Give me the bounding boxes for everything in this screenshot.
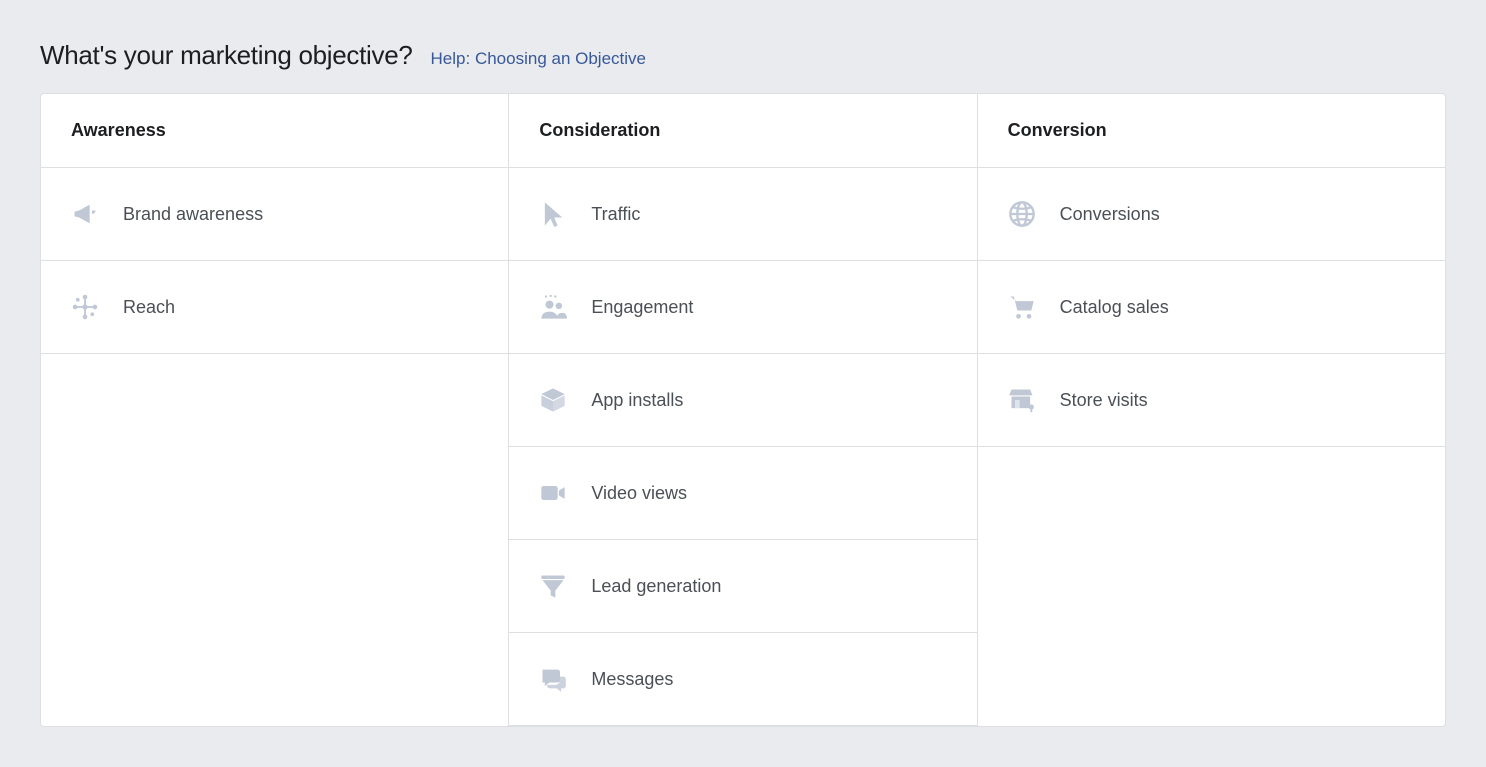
people-icon <box>539 293 567 321</box>
objective-columns: Awareness Brand awareness Reach Consider… <box>40 93 1446 727</box>
objective-traffic[interactable]: Traffic <box>509 168 976 261</box>
column-header-awareness: Awareness <box>41 94 508 168</box>
messages-icon <box>539 665 567 693</box>
objective-label: Brand awareness <box>123 204 263 225</box>
objective-label: Catalog sales <box>1060 297 1169 318</box>
objective-engagement[interactable]: Engagement <box>509 261 976 354</box>
objective-messages[interactable]: Messages <box>509 633 976 726</box>
column-header-consideration: Consideration <box>509 94 976 168</box>
column-consideration: Consideration Traffic Engagement App ins… <box>509 94 977 726</box>
store-icon <box>1008 386 1036 414</box>
column-header-conversion: Conversion <box>978 94 1445 168</box>
objective-label: Traffic <box>591 204 640 225</box>
objective-label: Reach <box>123 297 175 318</box>
objective-conversions[interactable]: Conversions <box>978 168 1445 261</box>
objective-label: Conversions <box>1060 204 1160 225</box>
objective-label: Video views <box>591 483 687 504</box>
megaphone-icon <box>71 200 99 228</box>
objective-lead-generation[interactable]: Lead generation <box>509 540 976 633</box>
video-icon <box>539 479 567 507</box>
objective-reach[interactable]: Reach <box>41 261 508 354</box>
objective-catalog-sales[interactable]: Catalog sales <box>978 261 1445 354</box>
objective-label: Store visits <box>1060 390 1148 411</box>
cart-icon <box>1008 293 1036 321</box>
reach-icon <box>71 293 99 321</box>
funnel-icon <box>539 572 567 600</box>
objective-label: App installs <box>591 390 683 411</box>
column-awareness: Awareness Brand awareness Reach <box>41 94 509 726</box>
objective-label: Lead generation <box>591 576 721 597</box>
page-title: What's your marketing objective? <box>40 40 413 71</box>
cursor-icon <box>539 200 567 228</box>
help-link[interactable]: Help: Choosing an Objective <box>431 49 646 69</box>
globe-icon <box>1008 200 1036 228</box>
objective-video-views[interactable]: Video views <box>509 447 976 540</box>
objective-app-installs[interactable]: App installs <box>509 354 976 447</box>
box-icon <box>539 386 567 414</box>
objective-store-visits[interactable]: Store visits <box>978 354 1445 447</box>
objective-brand-awareness[interactable]: Brand awareness <box>41 168 508 261</box>
objective-label: Engagement <box>591 297 693 318</box>
objective-label: Messages <box>591 669 673 690</box>
column-conversion: Conversion Conversions Catalog sales Sto… <box>978 94 1445 726</box>
